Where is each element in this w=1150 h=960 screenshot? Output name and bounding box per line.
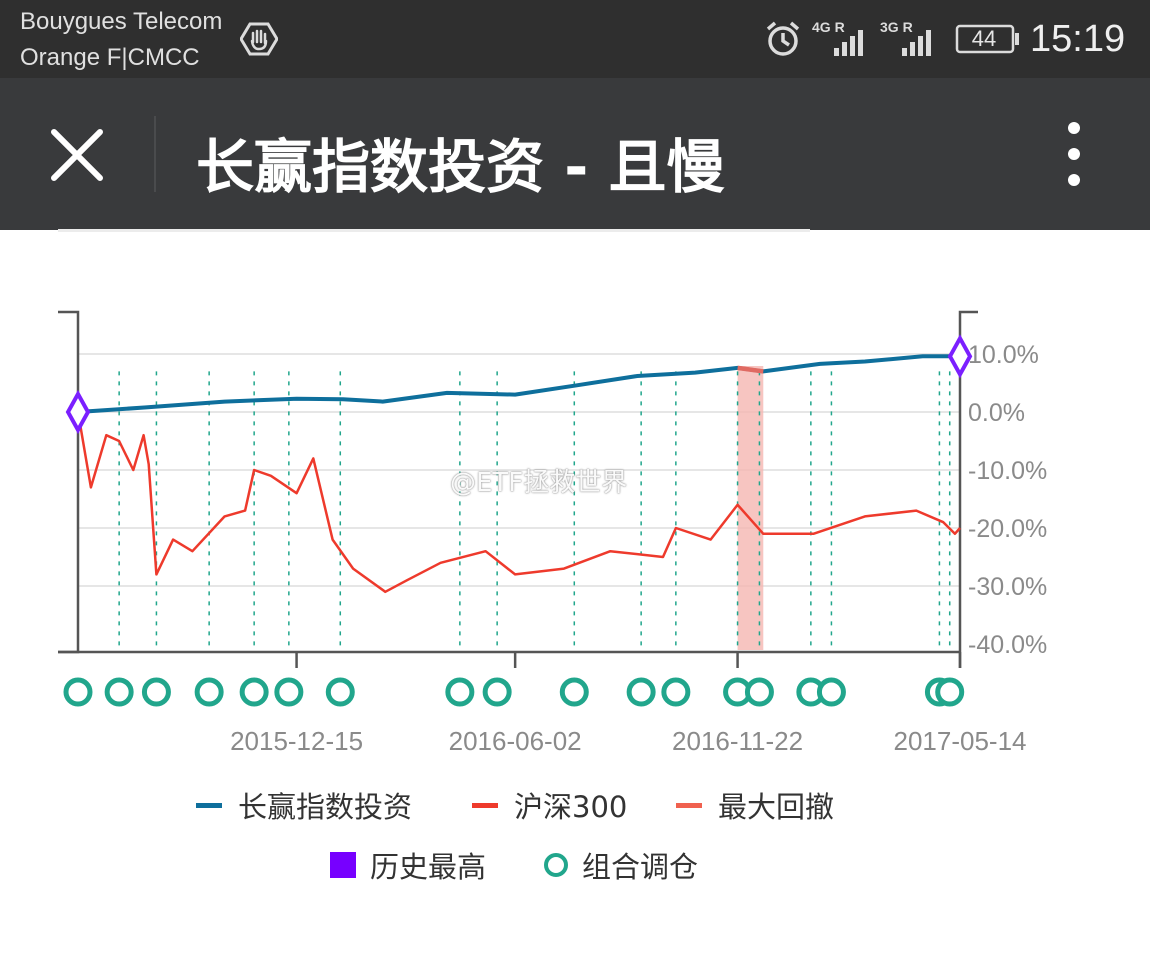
y-tick-label: -20.0% <box>968 515 1047 543</box>
legend-label: 历史最高 <box>370 850 487 884</box>
legend-line-icon <box>472 802 498 808</box>
rebalance-marker <box>141 677 171 707</box>
hand-stop-icon <box>240 22 278 56</box>
rebalance-marker <box>661 677 691 707</box>
left-axis <box>58 310 80 654</box>
legend-square-icon <box>330 852 356 878</box>
app-bar: 长赢指数投资 - 且慢 <box>0 78 1150 230</box>
rebalance-marker <box>325 677 355 707</box>
x-tick-label: 2016-11-22 <box>672 726 803 756</box>
legend-item-strategy[interactable]: 长赢指数投资 <box>196 784 412 826</box>
rebalance-marker <box>445 677 475 707</box>
performance-chart: 10.0% 0.0% -10.0% -20.0% -30.0% -40.0% 2015-12… <box>58 310 1047 756</box>
clock: 15:19 <box>1030 18 1126 60</box>
legend-label: 沪深300 <box>514 790 628 824</box>
content-divider <box>58 229 810 232</box>
rebalance-marker <box>816 677 846 707</box>
rebalance-marker <box>482 677 512 707</box>
legend-item-historical-high[interactable]: 历史最高 <box>330 844 486 886</box>
battery-level: 44 <box>971 26 997 51</box>
signal-4g-icon: 4G R <box>812 19 863 56</box>
rebalance-marker <box>559 677 589 707</box>
y-tick-label: -10.0% <box>968 457 1047 485</box>
watermark: @ETF拯救世界 <box>450 468 628 498</box>
y-tick-label: -30.0% <box>968 573 1047 601</box>
legend-label: 长赢指数投资 <box>238 790 413 824</box>
rebalance-lines <box>77 371 951 650</box>
page-title: 长赢指数投资 - 且慢 <box>196 133 725 201</box>
alarm-clock-icon <box>766 21 800 56</box>
x-tick-label: 2015-12-15 <box>230 726 363 756</box>
legend-line-icon <box>676 802 702 808</box>
rebalance-marker <box>744 677 774 707</box>
rebalance-marker <box>274 677 304 707</box>
legend-item-rebalance[interactable]: 组合调仓 <box>544 844 698 886</box>
rebalance-marker <box>104 677 134 707</box>
legend: 长赢指数投资 沪深300 最大回撤 历史最高 组合调仓 <box>0 772 1150 892</box>
carrier-primary: Bouygues Telecom <box>20 8 223 35</box>
signal-3g-icon: 3G R <box>880 19 931 56</box>
x-tick-label: 2016-06-02 <box>449 726 582 756</box>
carrier-secondary: Orange F|CMCC <box>20 44 200 71</box>
x-tick-label: 2017-05-14 <box>894 726 1027 756</box>
rebalance-marker <box>626 677 656 707</box>
csi300-line <box>76 411 961 594</box>
rebalance-markers <box>63 677 965 707</box>
legend-item-max-drawdown[interactable]: 最大回撤 <box>676 784 834 826</box>
rebalance-marker <box>239 677 269 707</box>
legend-label: 组合调仓 <box>582 850 699 884</box>
legend-label: 最大回撤 <box>718 790 835 824</box>
y-tick-label: 10.0% <box>968 341 1039 369</box>
close-icon[interactable] <box>44 122 110 188</box>
historical-high-markers <box>65 334 973 435</box>
more-vertical-icon[interactable] <box>1050 118 1098 190</box>
app-bar-divider <box>154 116 156 192</box>
strategy-line <box>77 354 960 414</box>
y-tick-label: -40.0% <box>968 631 1047 659</box>
status-bar: Bouygues Telecom Orange F|CMCC 4G R 3G R… <box>0 0 1150 78</box>
rebalance-marker <box>935 677 965 707</box>
rebalance-marker <box>63 677 93 707</box>
historical-high-marker <box>65 389 91 435</box>
legend-item-csi300[interactable]: 沪深300 <box>472 784 627 826</box>
svg-text:3G R: 3G R <box>880 19 913 35</box>
y-tick-label: 0.0% <box>968 399 1025 427</box>
legend-line-icon <box>196 802 222 808</box>
legend-ring-icon <box>544 853 568 877</box>
rebalance-marker <box>194 677 224 707</box>
historical-high-marker <box>947 334 973 379</box>
svg-text:4G R: 4G R <box>812 19 845 35</box>
